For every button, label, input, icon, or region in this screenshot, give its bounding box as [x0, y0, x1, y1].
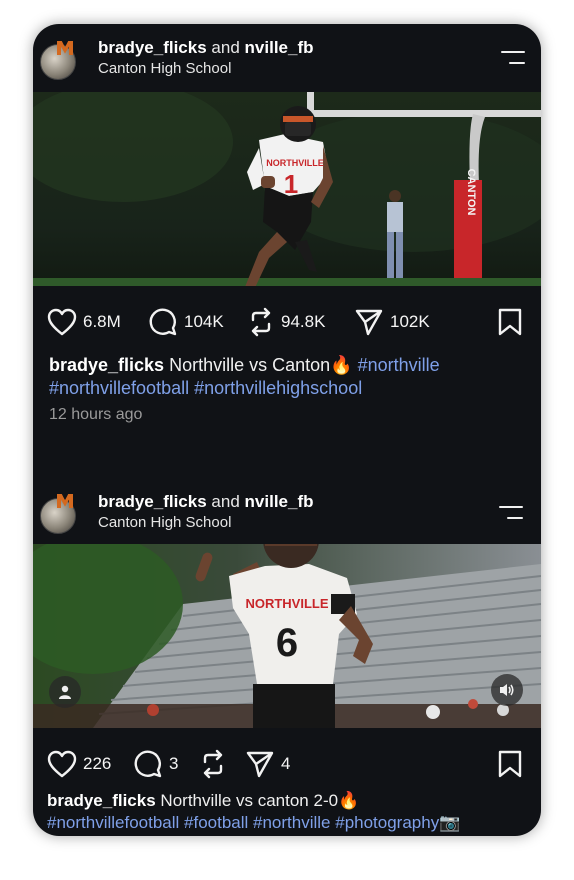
author-separator: and — [211, 492, 240, 511]
mute-toggle-button[interactable] — [491, 674, 523, 706]
save-button[interactable] — [497, 746, 523, 782]
repost-button[interactable]: 94.8K — [247, 304, 325, 340]
jersey-number-text: 6 — [276, 621, 298, 665]
author-separator: and — [211, 38, 240, 57]
repost-icon — [203, 749, 223, 779]
post-location[interactable]: Canton High School — [98, 60, 231, 77]
send-icon — [246, 751, 274, 778]
like-button[interactable]: 6.8M — [47, 304, 121, 340]
repost-count: 94.8K — [281, 312, 326, 331]
camera-emoji: 📷 — [439, 813, 461, 832]
post-authors: bradye_flicks and nville_fb — [98, 38, 314, 58]
send-icon — [355, 309, 383, 336]
fire-emoji: 🔥 — [330, 355, 353, 375]
save-button[interactable] — [497, 304, 523, 340]
like-count: 6.8M — [83, 312, 121, 331]
hashtag[interactable]: #northville — [358, 355, 440, 375]
like-button[interactable]: 226 — [47, 746, 111, 782]
share-count: 102K — [390, 312, 430, 331]
caption-text: Northville vs canton 2-0 — [160, 791, 339, 810]
comment-icon — [134, 750, 162, 778]
fire-emoji: 🔥 — [338, 791, 360, 810]
bookmark-icon — [498, 308, 522, 336]
repost-icon — [251, 307, 271, 337]
menu-icon[interactable] — [497, 506, 523, 522]
post-header: bradye_flicks and nville_fb Canton High … — [33, 478, 541, 546]
tagged-people-button[interactable] — [49, 676, 81, 708]
comment-count: 104K — [184, 312, 224, 331]
share-button[interactable]: 4 — [245, 746, 290, 782]
football-photo-2: NORTHVILLE 6 — [33, 544, 541, 728]
post-2: bradye_flicks and nville_fb Canton High … — [33, 478, 541, 836]
comment-button[interactable]: 104K — [148, 304, 224, 340]
heart-icon — [47, 750, 77, 778]
person-icon — [59, 685, 71, 699]
jersey-team-text: NORTHVILLE — [245, 596, 328, 611]
hashtags[interactable]: #northvillefootball #football #northvill… — [47, 813, 439, 832]
coauthor-username[interactable]: nville_fb — [245, 492, 314, 511]
share-button[interactable]: 102K — [354, 304, 430, 340]
phone-screen: bradye_flicks and nville_fb Canton High … — [33, 24, 541, 836]
hashtags[interactable]: #northvillefootball #northvillehighschoo… — [49, 378, 362, 398]
post-photo[interactable]: NORTHVILLE 6 — [33, 544, 541, 728]
team-logo-icon — [57, 41, 73, 55]
post-1: bradye_flicks and nville_fb Canton High … — [33, 24, 541, 464]
author-username[interactable]: bradye_flicks — [98, 38, 207, 57]
post-timestamp: 12 hours ago — [49, 406, 143, 423]
post-actions: 6.8M 104K 94.8K 102K — [33, 304, 541, 340]
post-caption: bradye_flicks Northville vs canton 2-0🔥 … — [47, 790, 527, 834]
post-photo[interactable]: CANTON NORTHVILLE 1 — [33, 92, 541, 286]
jersey-team-text: NORTHVILLE — [266, 158, 324, 168]
caption-username[interactable]: bradye_flicks — [49, 355, 164, 375]
post-caption: bradye_flicks Northville vs Canton🔥 #nor… — [49, 354, 529, 400]
post-header: bradye_flicks and nville_fb Canton High … — [33, 24, 541, 92]
comment-icon — [149, 308, 177, 336]
repost-button[interactable] — [199, 746, 227, 782]
author-username[interactable]: bradye_flicks — [98, 492, 207, 511]
bookmark-icon — [498, 750, 522, 778]
comment-button[interactable]: 3 — [133, 746, 178, 782]
post-actions: 226 3 4 — [33, 746, 541, 782]
speaker-icon — [500, 684, 514, 696]
team-logo-icon — [57, 494, 73, 508]
comment-count: 3 — [169, 754, 179, 773]
post-authors: bradye_flicks and nville_fb — [98, 492, 314, 512]
like-count: 226 — [83, 754, 112, 773]
caption-text: Northville vs Canton — [169, 355, 331, 375]
heart-icon — [47, 308, 77, 336]
menu-icon[interactable] — [499, 51, 525, 67]
share-count: 4 — [281, 754, 291, 773]
caption-username[interactable]: bradye_flicks — [47, 791, 156, 810]
sign-canton-text: CANTON — [465, 169, 477, 216]
football-photo-1: CANTON NORTHVILLE 1 — [33, 92, 541, 286]
coauthor-username[interactable]: nville_fb — [245, 38, 314, 57]
jersey-number-text: 1 — [284, 169, 298, 199]
post-location[interactable]: Canton High School — [98, 514, 231, 531]
